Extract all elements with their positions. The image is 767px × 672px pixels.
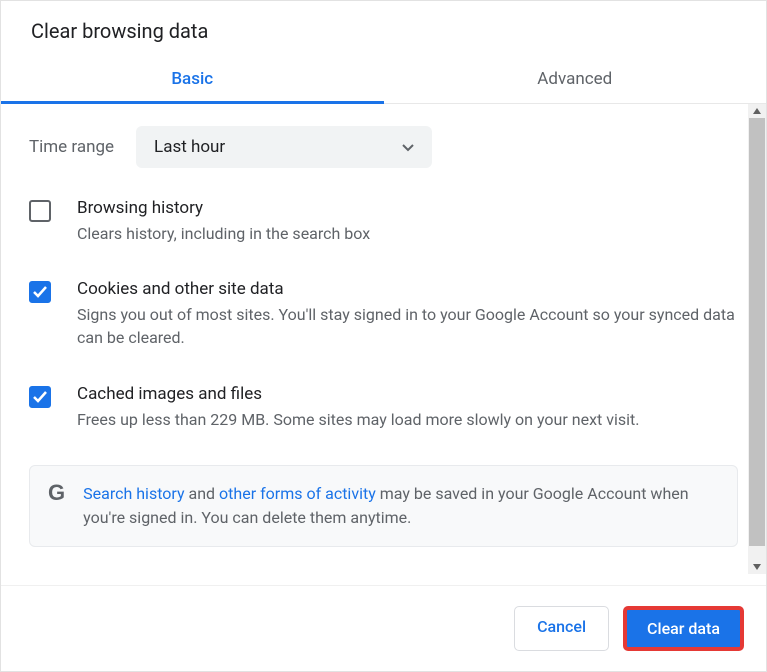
option-desc: Signs you out of most sites. You'll stay… (77, 303, 738, 349)
cancel-button[interactable]: Cancel (514, 606, 609, 651)
content-area: Time range Last hour Browsing history Cl… (1, 104, 766, 574)
option-cache: Cached images and files Frees up less th… (29, 384, 738, 431)
time-range-label: Time range (29, 137, 114, 157)
tab-basic[interactable]: Basic (1, 55, 384, 103)
checkbox-cache[interactable] (29, 386, 51, 408)
scrollbar[interactable] (748, 104, 766, 574)
dialog-footer: Cancel Clear data (1, 585, 766, 671)
link-search-history[interactable]: Search history (83, 484, 184, 503)
google-logo-icon: G (48, 482, 65, 504)
checkbox-cookies[interactable] (29, 281, 51, 303)
option-desc: Frees up less than 229 MB. Some sites ma… (77, 408, 639, 431)
time-range-select[interactable]: Last hour (136, 126, 432, 168)
option-desc: Clears history, including in the search … (77, 222, 370, 245)
option-title: Cached images and files (77, 384, 639, 404)
option-title: Browsing history (77, 198, 370, 218)
time-range-value: Last hour (154, 137, 225, 157)
dropdown-arrow-icon (402, 137, 414, 157)
link-other-activity[interactable]: other forms of activity (219, 484, 376, 503)
dialog-title: Clear browsing data (1, 1, 766, 55)
scroll-down-icon[interactable] (748, 560, 766, 574)
info-text: Search history and other forms of activi… (83, 482, 719, 530)
time-range-row: Time range Last hour (29, 126, 738, 168)
option-browsing-history: Browsing history Clears history, includi… (29, 198, 738, 245)
tab-advanced[interactable]: Advanced (384, 55, 767, 103)
google-account-info: G Search history and other forms of acti… (29, 465, 738, 547)
checkbox-browsing-history[interactable] (29, 200, 51, 222)
tabs: Basic Advanced (1, 55, 766, 104)
option-title: Cookies and other site data (77, 279, 738, 299)
scroll-up-icon[interactable] (748, 104, 766, 118)
option-cookies: Cookies and other site data Signs you ou… (29, 279, 738, 349)
clear-data-button[interactable]: Clear data (623, 606, 744, 651)
scroll-thumb[interactable] (749, 118, 765, 546)
